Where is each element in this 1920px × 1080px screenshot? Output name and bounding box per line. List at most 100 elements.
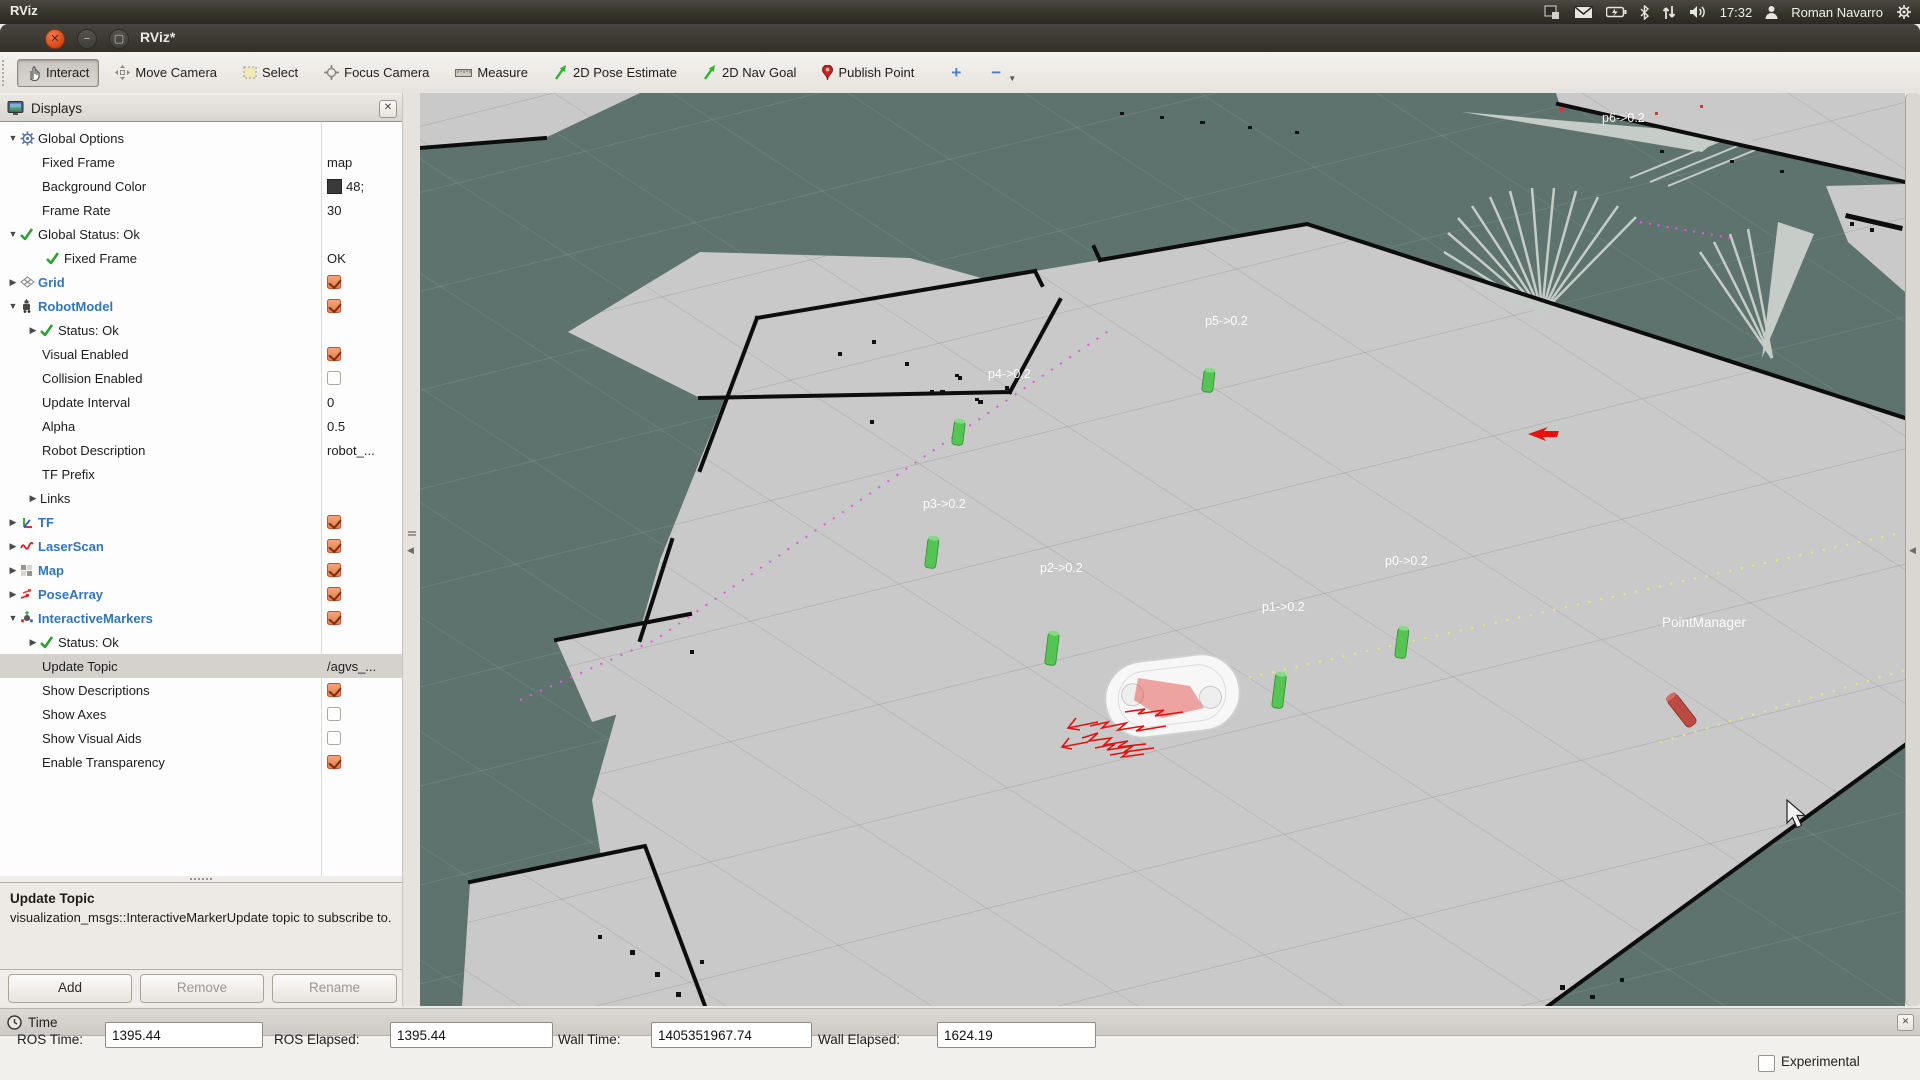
enabled-checkbox[interactable] (327, 539, 341, 553)
enabled-checkbox[interactable] (327, 707, 341, 721)
3d-viewport[interactable]: p6->0.2p5->0.2p4->0.2p3->0.2p2->0.2p1->0… (420, 93, 1905, 1006)
window-stack-icon[interactable] (1544, 5, 1561, 20)
panel-splitter[interactable]: ◀ (402, 93, 421, 1006)
displays-panel-header[interactable]: Displays ✕ (0, 95, 402, 122)
session-user-name[interactable]: Roman Navarro (1791, 5, 1883, 20)
display-row-robotmodel[interactable]: ▼RobotModel (0, 294, 402, 318)
display-row-robot-description[interactable]: Robot Descriptionrobot_... (0, 438, 402, 462)
enabled-checkbox[interactable] (327, 611, 341, 625)
property-value[interactable]: OK (327, 251, 346, 266)
expander-closed-icon[interactable]: ▶ (26, 637, 40, 648)
window-close-button[interactable]: ✕ (45, 29, 65, 49)
experimental-checkbox[interactable] (1758, 1055, 1775, 1072)
tool-publish-point[interactable]: Publish Point (812, 59, 924, 86)
display-row-update-topic[interactable]: Update Topic/agvs_... (0, 654, 402, 678)
time-close-button[interactable]: ✕ (1897, 1014, 1914, 1031)
battery-icon[interactable] (1606, 6, 1627, 18)
add-tool-button[interactable]: + (942, 60, 970, 86)
toolbar-grip[interactable] (2, 60, 11, 86)
rename-display-button[interactable]: Rename (272, 974, 397, 1003)
display-row-status-ok[interactable]: ▶Status: Ok (0, 318, 402, 342)
display-row-frame-rate[interactable]: Frame Rate30 (0, 198, 402, 222)
display-row-status-ok[interactable]: ▶Status: Ok (0, 630, 402, 654)
display-row-global-options[interactable]: ▼Global Options (0, 126, 402, 150)
enabled-checkbox[interactable] (327, 755, 341, 769)
display-row-show-visual-aids[interactable]: Show Visual Aids (0, 726, 402, 750)
expander-open-icon[interactable]: ▼ (6, 133, 20, 143)
session-gear-icon[interactable] (1896, 4, 1912, 20)
display-row-show-axes[interactable]: Show Axes (0, 702, 402, 726)
volume-icon[interactable] (1689, 5, 1707, 19)
enabled-checkbox[interactable] (327, 731, 341, 745)
enabled-checkbox[interactable] (327, 683, 341, 697)
display-row-show-descriptions[interactable]: Show Descriptions (0, 678, 402, 702)
enabled-checkbox[interactable] (327, 587, 341, 601)
property-value[interactable]: 0 (327, 395, 334, 410)
property-value[interactable]: /agvs_... (327, 659, 376, 674)
expander-closed-icon[interactable]: ▶ (6, 517, 20, 528)
mail-icon[interactable] (1574, 6, 1593, 19)
expander-closed-icon[interactable]: ▶ (26, 325, 40, 336)
enabled-checkbox[interactable] (327, 371, 341, 385)
property-value[interactable]: map (327, 155, 352, 170)
expander-closed-icon[interactable]: ▶ (6, 277, 20, 288)
collapse-left-arrow-icon[interactable]: ◀ (407, 545, 414, 556)
window-maximize-button[interactable]: ▢ (109, 29, 129, 49)
displays-close-button[interactable]: ✕ (379, 100, 397, 118)
tool-2d-pose-estimate[interactable]: 2D Pose Estimate (544, 59, 687, 86)
display-row-tf[interactable]: ▶TF (0, 510, 402, 534)
enabled-checkbox[interactable] (327, 347, 341, 361)
display-row-update-interval[interactable]: Update Interval0 (0, 390, 402, 414)
time-field-input-ros-elapsed-[interactable] (390, 1022, 553, 1048)
display-row-laserscan[interactable]: ▶LaserScan (0, 534, 402, 558)
time-field-input-wall-time-[interactable] (651, 1022, 812, 1048)
expander-open-icon[interactable]: ▼ (6, 301, 20, 311)
display-row-interactivemarkers[interactable]: ▼InteractiveMarkers (0, 606, 402, 630)
tool-move-camera[interactable]: Move Camera (105, 59, 227, 86)
display-row-links[interactable]: ▶Links (0, 486, 402, 510)
property-value[interactable]: 48; (346, 179, 364, 194)
enabled-checkbox[interactable] (327, 275, 341, 289)
property-value[interactable]: 0.5 (327, 419, 345, 434)
expander-open-icon[interactable]: ▼ (6, 613, 20, 623)
collapsed-right-panel[interactable]: ◀ (1905, 93, 1920, 1006)
enabled-checkbox[interactable] (327, 563, 341, 577)
expander-closed-icon[interactable]: ▶ (6, 589, 20, 600)
window-minimize-button[interactable]: − (77, 29, 97, 49)
display-row-collision-enabled[interactable]: Collision Enabled (0, 366, 402, 390)
expander-closed-icon[interactable]: ▶ (26, 493, 40, 504)
add-display-button[interactable]: Add (8, 974, 132, 1003)
window-title-bar[interactable]: ✕ − ▢ RViz* (0, 24, 1920, 53)
display-row-fixed-frame[interactable]: Fixed FrameOK (0, 246, 402, 270)
tool-measure[interactable]: Measure (445, 59, 538, 86)
time-field-input-ros-time-[interactable] (105, 1022, 263, 1048)
clock[interactable]: 17:32 (1720, 5, 1753, 20)
display-row-tf-prefix[interactable]: TF Prefix (0, 462, 402, 486)
display-row-global-status-ok[interactable]: ▼Global Status: Ok (0, 222, 402, 246)
display-row-visual-enabled[interactable]: Visual Enabled (0, 342, 402, 366)
time-field-input-wall-elapsed-[interactable] (937, 1022, 1096, 1048)
display-row-grid[interactable]: ▶Grid (0, 270, 402, 294)
network-arrows-icon[interactable] (1662, 5, 1676, 20)
remove-display-button[interactable]: Remove (140, 974, 264, 1003)
remove-tool-button[interactable]: −▼ (984, 60, 1023, 86)
tool-interact[interactable]: Interact (17, 59, 99, 87)
expander-open-icon[interactable]: ▼ (6, 229, 20, 239)
display-row-alpha[interactable]: Alpha0.5 (0, 414, 402, 438)
enabled-checkbox[interactable] (327, 515, 341, 529)
display-row-fixed-frame[interactable]: Fixed Framemap (0, 150, 402, 174)
tool-select[interactable]: Select (233, 59, 308, 86)
property-value[interactable]: 30 (327, 203, 341, 218)
collapse-right-arrow-icon[interactable]: ◀ (1909, 545, 1916, 556)
enabled-checkbox[interactable] (327, 299, 341, 313)
tool-focus-camera[interactable]: Focus Camera (314, 59, 439, 86)
bluetooth-icon[interactable] (1640, 5, 1649, 20)
property-value[interactable]: robot_... (327, 443, 375, 458)
display-row-map[interactable]: ▶Map (0, 558, 402, 582)
display-row-enable-transparency[interactable]: Enable Transparency (0, 750, 402, 774)
tool-2d-nav-goal[interactable]: 2D Nav Goal (693, 59, 806, 86)
display-row-posearray[interactable]: ▶PoseArray (0, 582, 402, 606)
expander-closed-icon[interactable]: ▶ (6, 565, 20, 576)
expander-closed-icon[interactable]: ▶ (6, 541, 20, 552)
display-row-background-color[interactable]: Background Color48; (0, 174, 402, 198)
